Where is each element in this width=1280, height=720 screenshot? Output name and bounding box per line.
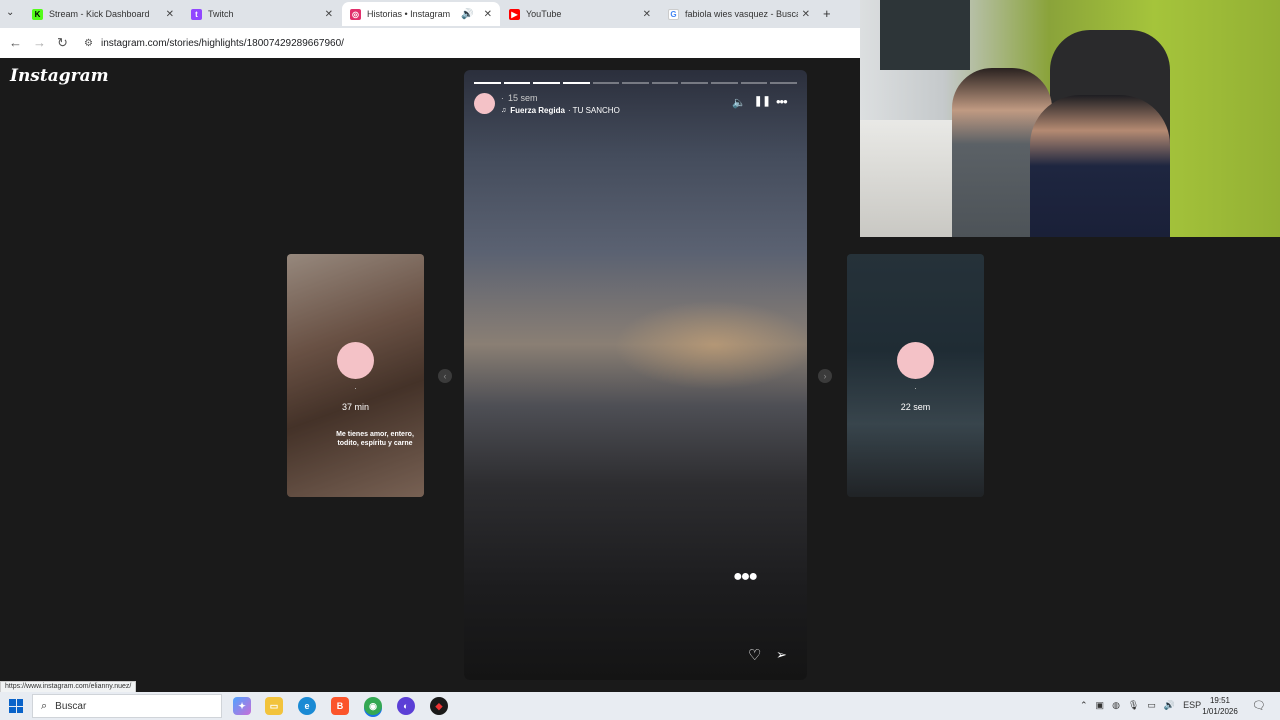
browser-chrome: ⌄ K Stream - Kick Dashboard ✕ t Twitch ✕… <box>0 0 860 58</box>
tab-youtube[interactable]: ▶ YouTube ✕ <box>501 2 659 26</box>
tab-instagram[interactable]: ◎ Historias • Instagram 🔊 ✕ <box>342 2 500 26</box>
search-placeholder: Buscar <box>55 700 87 712</box>
audio-playing-icon[interactable]: 🔊 <box>461 9 473 20</box>
username: · <box>354 384 357 393</box>
progress-segment <box>681 82 709 84</box>
address-bar[interactable]: ⚙ instagram.com/stories/highlights/18007… <box>84 33 856 53</box>
edge-icon[interactable]: e <box>298 697 316 715</box>
music-song: · TU SANCHO <box>567 106 620 115</box>
previous-story-preview[interactable]: · 37 min Me tienes amor, entero, todito,… <box>287 254 424 497</box>
clock[interactable]: 19:51 1/01/2026 <box>1200 695 1240 717</box>
next-story-preview[interactable]: · 22 sem <box>847 254 984 497</box>
show-hidden-icons-icon[interactable]: ⌃ <box>1080 700 1088 711</box>
volume-icon[interactable]: 🔈 <box>732 96 746 109</box>
avatar <box>897 342 934 379</box>
file-explorer-icon[interactable]: ▭ <box>265 697 283 715</box>
username: · <box>914 384 917 393</box>
windows-taskbar: ⌕ Buscar ✦ ▭ e B ◉ ◐ ◆ ⌃ ▣ ◍ 🎙 ▭ 🔊 ESP 1… <box>0 692 1280 720</box>
windows-start-icon[interactable] <box>9 699 23 713</box>
instagram-icon: ◎ <box>350 8 361 20</box>
twitch-icon: t <box>191 8 202 20</box>
language-indicator[interactable]: ESP <box>1183 700 1201 711</box>
reply-dots-icon: ●●● <box>733 568 758 585</box>
system-tray: ⌃ ▣ ◍ 🎙 ▭ 🔊 ESP <box>1080 700 1201 711</box>
obs-icon[interactable]: ◐ <box>397 697 415 715</box>
story-caption: Me tienes amor, entero, todito, espíritu… <box>336 431 414 447</box>
webcam-overlay <box>860 0 1280 237</box>
tab-title: fabiola wies vasquez - Buscar c <box>685 9 798 19</box>
music-attribution[interactable]: ♫ Fuerza Regida · TU SANCHO <box>501 106 620 115</box>
display-icon[interactable]: ▭ <box>1147 700 1156 711</box>
story-progress-bar <box>474 82 798 84</box>
progress-segment <box>770 82 798 84</box>
music-note-icon: ♫ <box>501 107 507 114</box>
device-icon[interactable]: ▣ <box>1096 700 1105 711</box>
progress-segment <box>740 82 768 84</box>
progress-segment <box>651 82 679 84</box>
close-tab-icon[interactable]: ✕ <box>643 9 651 20</box>
progress-segment <box>533 82 560 84</box>
tab-kick[interactable]: K Stream - Kick Dashboard ✕ <box>24 2 182 26</box>
app-icon[interactable]: ◆ <box>430 697 448 715</box>
reload-icon[interactable]: ↻ <box>57 35 68 51</box>
previous-arrow-icon[interactable]: ‹ <box>438 369 452 383</box>
browser-toolbar: ← → ↻ ⚙ instagram.com/stories/highlights… <box>0 28 860 58</box>
copilot-icon[interactable]: ✦ <box>233 697 251 715</box>
taskbar-search[interactable]: ⌕ Buscar <box>32 694 222 718</box>
tab-title: Historias • Instagram <box>367 9 451 19</box>
current-story[interactable]: · 15 sem ♫ Fuerza Regida · TU SANCHO 🔈 ❚… <box>464 70 807 680</box>
tab-twitch[interactable]: t Twitch ✕ <box>183 2 341 26</box>
tab-title: Stream - Kick Dashboard <box>49 9 150 19</box>
avatar[interactable] <box>474 93 495 114</box>
chrome-icon[interactable]: ◉ <box>364 697 382 715</box>
send-icon[interactable]: ➢ <box>776 647 787 663</box>
network-icon[interactable]: ◍ <box>1112 700 1120 711</box>
progress-segment <box>592 82 620 84</box>
story-time: 15 sem <box>508 93 538 103</box>
progress-segment <box>622 82 649 84</box>
progress-segment <box>503 82 531 84</box>
site-info-icon[interactable]: ⚙ <box>84 38 93 49</box>
close-tab-icon[interactable]: ✕ <box>325 9 333 20</box>
progress-segment <box>474 82 501 84</box>
tab-search-dropdown-icon[interactable]: ⌄ <box>6 7 14 18</box>
kick-icon: K <box>32 8 43 20</box>
story-time: 22 sem <box>900 402 931 412</box>
youtube-icon: ▶ <box>509 8 520 20</box>
tab-title: YouTube <box>526 9 562 19</box>
username[interactable]: · <box>501 94 504 103</box>
tab-strip: ⌄ K Stream - Kick Dashboard ✕ t Twitch ✕… <box>0 0 860 28</box>
google-icon: G <box>668 8 679 20</box>
notifications-icon[interactable]: 🗨 <box>1252 699 1266 712</box>
url-text: instagram.com/stories/highlights/1800742… <box>100 37 344 49</box>
next-arrow-icon[interactable]: › <box>818 369 832 383</box>
tab-title: Twitch <box>208 9 234 19</box>
back-icon[interactable]: ← <box>9 35 22 50</box>
brave-icon[interactable]: B <box>331 697 349 715</box>
instagram-logo[interactable]: Instagram <box>10 66 109 86</box>
close-tab-icon[interactable]: ✕ <box>166 9 174 20</box>
close-tab-icon[interactable]: ✕ <box>484 9 492 20</box>
tab-google-search[interactable]: G fabiola wies vasquez - Buscar c ✕ <box>660 2 818 26</box>
clock-date: 1/01/2026 <box>1202 707 1238 716</box>
progress-segment <box>562 82 590 84</box>
pause-icon[interactable]: ❚❚ <box>754 96 771 107</box>
story-time: 37 min <box>341 402 369 412</box>
avatar <box>337 342 374 379</box>
close-tab-icon[interactable]: ✕ <box>802 9 810 20</box>
search-icon: ⌕ <box>41 699 48 712</box>
microphone-icon[interactable]: 🎙 <box>1128 700 1139 711</box>
clock-time: 19:51 <box>1209 696 1231 705</box>
progress-segment <box>711 82 738 84</box>
more-options-icon[interactable]: ••• <box>776 94 788 109</box>
speaker-icon[interactable]: 🔊 <box>1164 700 1175 711</box>
music-artist: Fuerza Regida <box>510 106 565 115</box>
new-tab-icon[interactable]: + <box>823 6 831 21</box>
forward-icon[interactable]: → <box>33 35 46 50</box>
heart-icon[interactable]: ♡ <box>748 646 761 664</box>
